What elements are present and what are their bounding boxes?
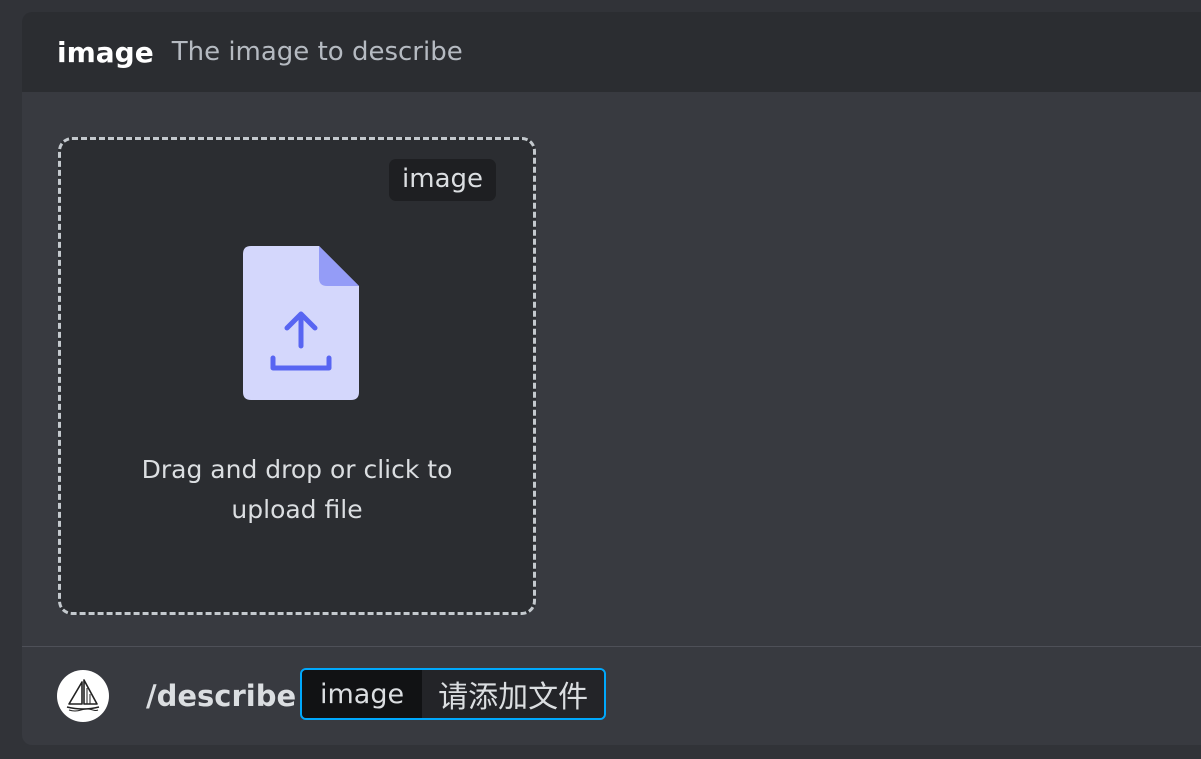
command-option-value[interactable]: 请添加文件 bbox=[422, 670, 605, 718]
file-upload-icon bbox=[243, 246, 359, 400]
option-header: image The image to describe bbox=[22, 12, 1201, 92]
option-description: The image to describe bbox=[171, 37, 463, 67]
command-option-input[interactable]: image 请添加文件 bbox=[300, 668, 607, 720]
dropzone-text-line2: upload file bbox=[231, 495, 363, 524]
upload-dropzone[interactable]: image Drag and drop or click to upload f… bbox=[58, 137, 536, 615]
divider bbox=[22, 646, 1201, 647]
dropzone-tag: image bbox=[389, 159, 496, 201]
describe-option-panel: image The image to describe image Drag a… bbox=[22, 12, 1201, 745]
dropzone-instructions: Drag and drop or click to upload file bbox=[61, 450, 533, 530]
bot-avatar[interactable] bbox=[57, 670, 109, 722]
dropzone-text-line1: Drag and drop or click to bbox=[141, 455, 453, 484]
slash-command: /describe bbox=[146, 679, 297, 713]
option-name: image bbox=[57, 35, 154, 69]
command-option-name: image bbox=[302, 670, 423, 718]
sailboat-logo-icon bbox=[66, 679, 100, 712]
